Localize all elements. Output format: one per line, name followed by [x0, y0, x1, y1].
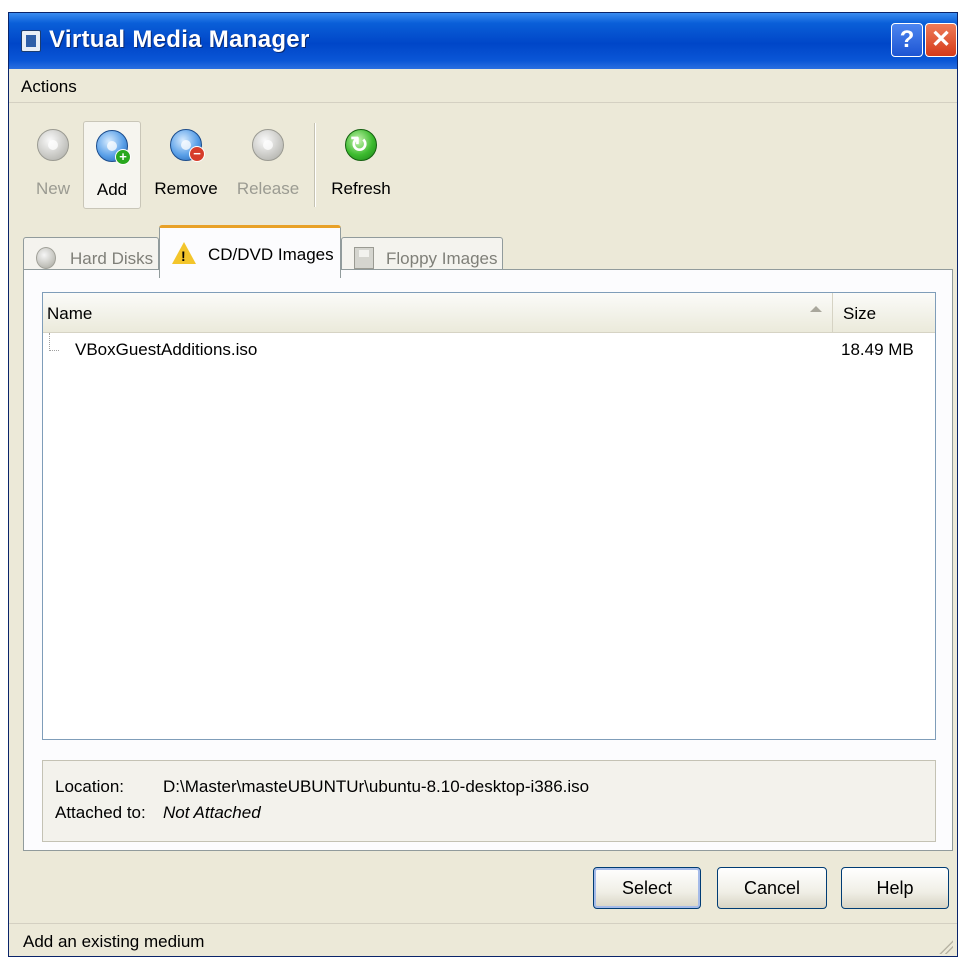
help-button[interactable]: Help: [841, 867, 949, 909]
remove-label: Remove: [154, 179, 218, 198]
minus-icon: −: [189, 146, 205, 162]
toolbar: New + Add − Remove Release ↻ Refresh: [9, 107, 957, 219]
tab-cd-dvd-images[interactable]: ! CD/DVD Images: [159, 225, 341, 278]
media-list[interactable]: Name Size VBoxGuestAdditions.iso 18.49 M…: [42, 292, 936, 740]
media-name: VBoxGuestAdditions.iso: [75, 340, 258, 359]
menu-bar: Actions: [9, 69, 957, 103]
column-name-label: Name: [47, 304, 93, 323]
release-label: Release: [236, 179, 300, 198]
menu-actions[interactable]: Actions: [21, 77, 77, 97]
media-info-panel: Location: D:\Master\masteUBUNTUr\ubuntu-…: [42, 760, 936, 842]
status-bar: Add an existing medium: [9, 923, 957, 956]
new-button[interactable]: New: [23, 121, 83, 209]
add-disk-icon: +: [96, 130, 131, 165]
floppy-icon: [354, 247, 374, 269]
tab-floppy-images-label: Floppy Images: [386, 249, 498, 268]
resize-grip-icon[interactable]: [939, 940, 953, 954]
tab-panel-cd-dvd: Name Size VBoxGuestAdditions.iso 18.49 M…: [23, 269, 953, 851]
tree-connector: [49, 333, 59, 351]
sort-ascending-icon: [810, 306, 822, 312]
close-button[interactable]: ✕: [925, 23, 957, 57]
list-header: Name Size: [43, 293, 935, 333]
cancel-button[interactable]: Cancel: [717, 867, 827, 909]
plus-icon: +: [115, 149, 131, 165]
refresh-button[interactable]: ↻ Refresh: [325, 121, 397, 209]
tab-hard-disks-label: Hard Disks: [70, 249, 154, 268]
remove-button[interactable]: − Remove: [147, 121, 225, 209]
tab-cd-dvd-images-label: CD/DVD Images: [208, 245, 334, 264]
attached-to-value: Not Attached: [163, 803, 261, 822]
add-label: Add: [96, 180, 128, 199]
location-value: D:\Master\masteUBUNTUr\ubuntu-8.10-deskt…: [163, 777, 590, 796]
virtual-media-manager-window: Virtual Media Manager ? ✕ Actions New + …: [8, 12, 958, 957]
refresh-icon: ↻: [345, 129, 377, 161]
column-header-size[interactable]: Size: [833, 293, 937, 333]
status-text: Add an existing medium: [23, 932, 205, 951]
new-label: New: [35, 179, 70, 198]
toolbar-separator: [314, 123, 316, 207]
window-title: Virtual Media Manager: [49, 26, 310, 53]
hard-disk-icon: [36, 247, 56, 269]
app-icon: [21, 30, 41, 52]
select-button[interactable]: Select: [593, 867, 701, 909]
add-button[interactable]: + Add: [83, 121, 141, 209]
location-label: Location:: [55, 777, 124, 796]
remove-disk-icon: −: [170, 129, 205, 162]
media-size: 18.49 MB: [841, 340, 914, 359]
refresh-label: Refresh: [331, 179, 391, 198]
new-disk-icon: [37, 129, 69, 161]
title-bar[interactable]: Virtual Media Manager ? ✕: [9, 13, 957, 69]
release-disk-icon: [252, 129, 284, 161]
attached-to-label: Attached to:: [55, 803, 146, 822]
list-item[interactable]: VBoxGuestAdditions.iso 18.49 MB: [43, 333, 935, 367]
release-button[interactable]: Release: [231, 121, 305, 209]
column-size-label: Size: [843, 304, 877, 323]
column-header-name[interactable]: Name: [43, 293, 833, 333]
help-title-button[interactable]: ?: [891, 23, 923, 57]
